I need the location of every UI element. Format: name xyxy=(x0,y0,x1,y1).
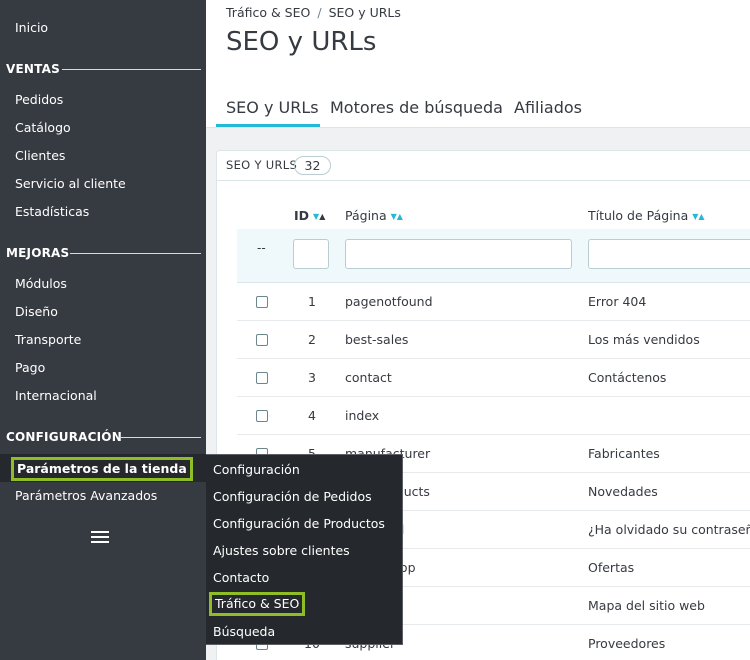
cell-page-title: Los más vendidos xyxy=(588,332,700,347)
cell-page: index xyxy=(345,408,380,423)
sidebar-item-internacional[interactable]: Internacional xyxy=(15,388,97,403)
tab-seo-urls[interactable]: SEO y URLs xyxy=(226,98,319,117)
submenu-item-ajustes-clientes[interactable]: Ajustes sobre clientes xyxy=(213,543,350,558)
submenu-item-trafico-seo[interactable]: Tráfico & SEO xyxy=(209,592,306,616)
page-header: Tráfico & SEO / SEO y URLs SEO y URLs SEO … xyxy=(206,0,750,128)
tab-search-engines[interactable]: Motores de búsqueda xyxy=(330,98,503,117)
sort-arrows-icon[interactable]: ▼▲ xyxy=(313,212,325,221)
cell-page-title: Proveedores xyxy=(588,636,666,651)
filter-id-input[interactable] xyxy=(293,239,329,269)
row-checkbox[interactable] xyxy=(256,410,268,422)
submenu-item-config-pedidos[interactable]: Configuración de Pedidos xyxy=(213,489,372,504)
breadcrumb-separator: / xyxy=(317,5,322,20)
sort-arrows-icon[interactable]: ▼▲ xyxy=(692,212,704,221)
panel-title: SEO y URLs xyxy=(226,158,298,172)
sidebar-item-estadisticas[interactable]: Estadísticas xyxy=(15,204,89,219)
sidebar-section-mejoras: MEJORAS xyxy=(6,246,70,260)
submenu-item-busqueda[interactable]: Búsqueda xyxy=(213,624,275,639)
tab-affiliates[interactable]: Afiliados xyxy=(514,98,582,117)
table-row[interactable]: 4 index xyxy=(237,397,750,435)
cell-page-title: ¿Ha olvidado su contraseña? xyxy=(588,522,750,537)
bulk-filter-dash: -- xyxy=(257,241,266,255)
submenu-item-configuracion[interactable]: Configuración xyxy=(213,462,300,477)
sidebar: Inicio VENTAS Pedidos Catálogo Clientes … xyxy=(0,0,206,660)
sidebar-section-ventas: VENTAS xyxy=(6,62,60,76)
table-row[interactable]: 1 pagenotfound Error 404 xyxy=(237,283,750,321)
breadcrumb-current: SEO y URLs xyxy=(328,5,401,20)
active-tab-indicator xyxy=(216,124,320,127)
table-row[interactable]: 2 best-sales Los más vendidos xyxy=(237,321,750,359)
row-checkbox[interactable] xyxy=(256,334,268,346)
submenu-flyout: Configuración Configuración de Pedidos C… xyxy=(206,454,403,645)
cell-id: 4 xyxy=(308,408,316,423)
count-badge: 32 xyxy=(294,156,331,175)
cell-page: pagenotfound xyxy=(345,294,433,309)
cell-page: contact xyxy=(345,370,392,385)
section-divider xyxy=(118,437,201,438)
sidebar-item-catalogo[interactable]: Catálogo xyxy=(15,120,71,135)
sidebar-item-modulos[interactable]: Módulos xyxy=(15,276,67,291)
breadcrumb-parent[interactable]: Tráfico & SEO xyxy=(226,5,310,20)
column-id-label: ID xyxy=(294,208,310,223)
sidebar-item-transporte[interactable]: Transporte xyxy=(15,332,81,347)
submenu-item-config-productos[interactable]: Configuración de Productos xyxy=(213,516,385,531)
column-header-page-title[interactable]: Título de Página ▼▲ xyxy=(588,208,705,223)
cell-page-title: Novedades xyxy=(588,484,658,499)
filter-row: -- xyxy=(237,229,750,283)
cell-page-title: Contáctenos xyxy=(588,370,667,385)
cell-page-title: Mapa del sitio web xyxy=(588,598,705,613)
row-checkbox[interactable] xyxy=(256,296,268,308)
column-page-title-label: Título de Página xyxy=(588,208,689,223)
section-divider xyxy=(70,253,201,254)
sidebar-item-inicio[interactable]: Inicio xyxy=(15,20,48,35)
filter-page-input[interactable] xyxy=(345,239,572,269)
submenu-item-contacto[interactable]: Contacto xyxy=(213,570,269,585)
page-title: SEO y URLs xyxy=(226,27,377,57)
sort-arrows-icon[interactable]: ▼▲ xyxy=(391,212,403,221)
sidebar-item-pedidos[interactable]: Pedidos xyxy=(15,92,63,107)
cell-page-title: Ofertas xyxy=(588,560,635,575)
sidebar-item-parametros-tienda[interactable]: Parámetros de la tienda xyxy=(11,457,193,481)
breadcrumb: Tráfico & SEO / SEO y URLs xyxy=(226,5,401,20)
sidebar-section-configuracion: CONFIGURACIÓN xyxy=(6,430,122,444)
row-checkbox[interactable] xyxy=(256,372,268,384)
column-header-page[interactable]: Página ▼▲ xyxy=(345,208,403,223)
sidebar-item-servicio-cliente[interactable]: Servicio al cliente xyxy=(15,176,126,191)
sidebar-item-clientes[interactable]: Clientes xyxy=(15,148,65,163)
panel-header: SEO y URLs 32 xyxy=(217,151,750,181)
cell-id: 1 xyxy=(308,294,316,309)
section-divider xyxy=(62,69,201,70)
cell-id: 3 xyxy=(308,370,316,385)
filter-page-title-input[interactable] xyxy=(588,239,750,269)
column-header-id[interactable]: ID ▼▲ xyxy=(294,208,325,223)
cell-id: 2 xyxy=(308,332,316,347)
sidebar-item-parametros-avanzados[interactable]: Parámetros Avanzados xyxy=(15,488,157,503)
hamburger-icon[interactable] xyxy=(91,531,109,543)
table-row[interactable]: 3 contact Contáctenos xyxy=(237,359,750,397)
sidebar-item-diseno[interactable]: Diseño xyxy=(15,304,58,319)
cell-page-title: Fabricantes xyxy=(588,446,660,461)
sidebar-item-pago[interactable]: Pago xyxy=(15,360,45,375)
cell-page-title: Error 404 xyxy=(588,294,647,309)
column-page-label: Página xyxy=(345,208,387,223)
cell-page: best-sales xyxy=(345,332,409,347)
